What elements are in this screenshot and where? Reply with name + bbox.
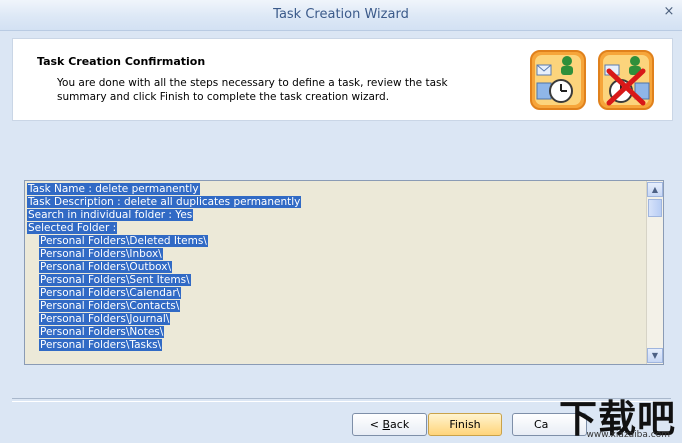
- list-item[interactable]: Personal Folders\Notes\: [27, 326, 301, 339]
- page-title: Task Creation Confirmation: [37, 55, 206, 68]
- list-item[interactable]: Personal Folders\Sent Items\: [27, 274, 301, 287]
- title-bar: Task Creation Wizard ×: [0, 0, 682, 31]
- list-item[interactable]: Personal Folders\Journal\: [27, 313, 301, 326]
- list-item-text: Personal Folders\Calendar\: [39, 287, 182, 299]
- scroll-up-icon[interactable]: ▲: [647, 182, 663, 197]
- finish-button[interactable]: Finish: [428, 413, 502, 436]
- close-icon[interactable]: ×: [662, 5, 676, 19]
- scroll-down-icon[interactable]: ▼: [647, 348, 663, 363]
- list-item[interactable]: Task Description : delete all duplicates…: [27, 196, 302, 209]
- list-item[interactable]: Personal Folders\Deleted Items\: [27, 235, 301, 248]
- list-item[interactable]: Personal Folders\Outbox\: [27, 261, 301, 274]
- task-clock-icon: [530, 50, 586, 110]
- list-item-text: Personal Folders\Inbox\: [39, 248, 163, 260]
- back-button[interactable]: < Back: [352, 413, 427, 436]
- list-item[interactable]: Task Name : delete permanently: [27, 183, 301, 196]
- list-item[interactable]: Personal Folders\Inbox\: [27, 248, 301, 261]
- list-item[interactable]: Personal Folders\Calendar\: [27, 287, 301, 300]
- back-button-mnemonic: B: [382, 418, 391, 431]
- list-item-text: Personal Folders\Outbox\: [39, 261, 172, 273]
- header-panel: Task Creation Confirmation You are done …: [12, 38, 673, 121]
- watermark-logo: 下载吧 www.xiazaiba.com: [548, 388, 678, 442]
- list-item[interactable]: Selected Folder :: [27, 222, 301, 235]
- scroll-thumb[interactable]: [648, 199, 662, 217]
- list-item-text: Personal Folders\Notes\: [39, 326, 165, 338]
- window-title: Task Creation Wizard: [273, 7, 409, 22]
- list-item-text: Selected Folder :: [27, 222, 118, 234]
- list-item[interactable]: Personal Folders\Contacts\: [27, 300, 301, 313]
- back-button-prefix: <: [369, 418, 383, 431]
- list-item-text: Personal Folders\Tasks\: [39, 339, 163, 351]
- watermark-url: www.xiazaiba.com: [586, 430, 670, 440]
- task-delete-icon: [598, 50, 654, 110]
- summary-lines: Task Name : delete permanently Task Descr…: [27, 183, 302, 352]
- list-item-text: Personal Folders\Deleted Items\: [39, 235, 208, 247]
- list-item[interactable]: Search in individual folder : Yes: [27, 209, 301, 222]
- list-item[interactable]: Personal Folders\Tasks\: [27, 339, 301, 352]
- list-item-text: Task Name : delete permanently: [27, 183, 200, 195]
- vertical-scrollbar[interactable]: ▲ ▼: [646, 181, 663, 364]
- list-item-text: Task Description : delete all duplicates…: [27, 196, 302, 208]
- list-item-text: Personal Folders\Journal\: [39, 313, 171, 325]
- list-item-text: Personal Folders\Sent Items\: [39, 274, 191, 286]
- back-button-rest: ack: [390, 418, 410, 431]
- list-item-text: Search in individual folder : Yes: [27, 209, 194, 221]
- list-item-text: Personal Folders\Contacts\: [39, 300, 181, 312]
- task-summary-list[interactable]: Task Name : delete permanently Task Descr…: [24, 180, 664, 365]
- page-description: You are done with all the steps necessar…: [57, 77, 448, 103]
